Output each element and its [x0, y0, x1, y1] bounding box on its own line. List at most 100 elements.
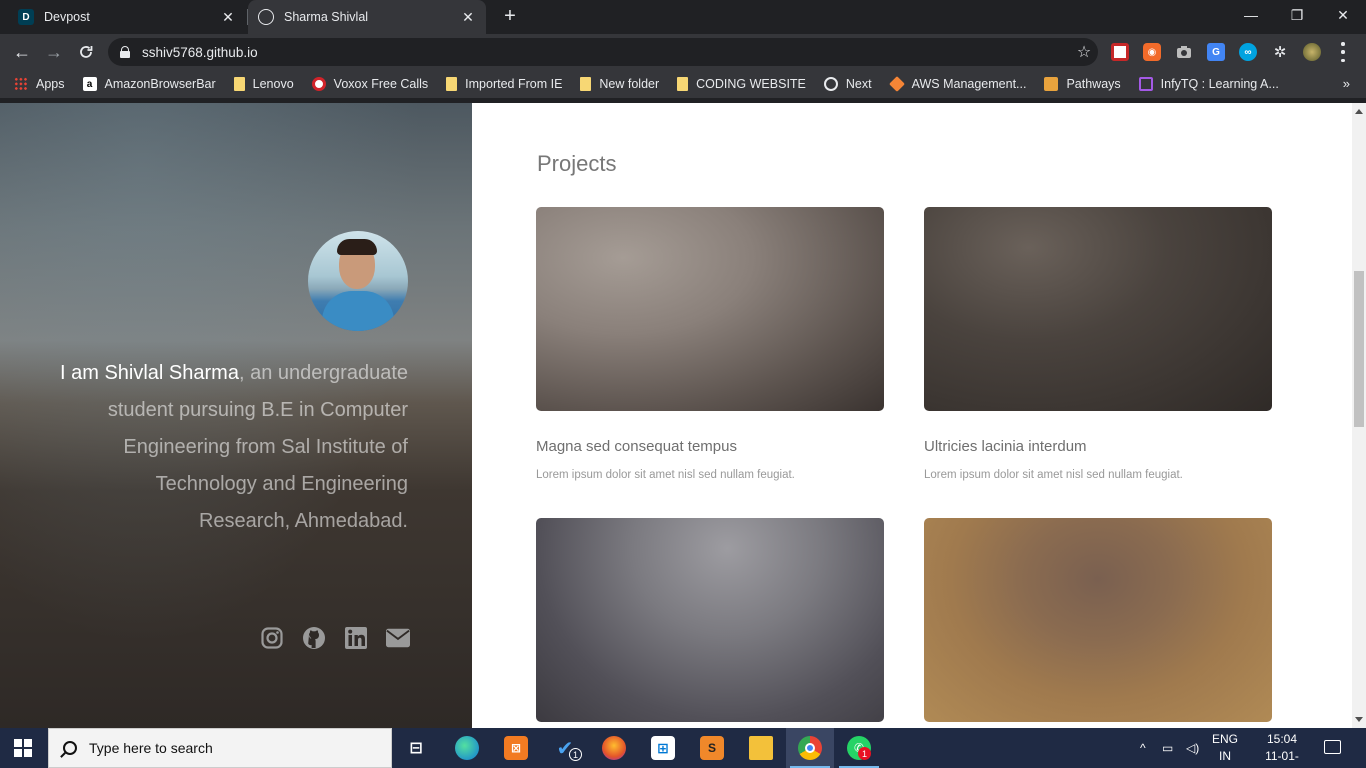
taskbar-search-input[interactable]: Type here to search	[48, 728, 392, 768]
folder-icon	[580, 77, 592, 91]
pocket-extension-icon[interactable]	[1111, 43, 1129, 61]
show-hidden-icons-chevron-up-icon[interactable]: ^	[1140, 728, 1146, 768]
browser-toolbar: ← → sshiv5768.github.io ☆ ◉ G ∞ ✲	[0, 34, 1366, 70]
url-text[interactable]: sshiv5768.github.io	[142, 45, 1070, 60]
orange-extension-icon[interactable]: ◉	[1143, 43, 1161, 61]
camera-extension-icon[interactable]	[1175, 43, 1193, 61]
profile-avatar-icon[interactable]	[1303, 43, 1321, 61]
avatar	[308, 231, 408, 331]
bookmark-imported-from-ie[interactable]: Imported From IE	[446, 77, 562, 91]
xampp-icon[interactable]: ⊠	[504, 736, 528, 760]
bookmark-lenovo[interactable]: Lenovo	[233, 77, 294, 91]
project-card[interactable]: Ultricies lacinia interdum Lorem ipsum d…	[924, 207, 1272, 481]
close-window-button[interactable]: ✕	[1320, 0, 1366, 30]
bookmark-star-icon[interactable]: ☆	[1070, 42, 1098, 62]
todo-badge: 1	[569, 748, 582, 761]
minimize-button[interactable]: —	[1228, 0, 1274, 30]
reload-icon	[80, 46, 93, 58]
profile-sidebar: I am Shivlal Sharma, an undergraduate st…	[0, 103, 472, 728]
folder-icon	[233, 77, 245, 91]
battery-icon[interactable]: ▭	[1162, 728, 1173, 768]
bookmark-coding-website[interactable]: CODING WEBSITE	[677, 77, 806, 91]
close-tab-icon[interactable]: ✕	[460, 9, 476, 25]
forward-button[interactable]: →	[42, 40, 66, 64]
tab-title: Devpost	[44, 10, 90, 24]
puzzle-extensions-icon[interactable]: ✲	[1271, 43, 1289, 61]
infytq-icon	[1138, 77, 1153, 91]
address-bar[interactable]: sshiv5768.github.io ☆	[108, 38, 1098, 66]
volume-icon[interactable]: ◁)	[1186, 728, 1199, 768]
devpost-d-icon: D	[18, 9, 34, 25]
whatsapp-badge: 1	[858, 747, 871, 760]
globe-icon	[823, 77, 838, 91]
bookmark-label: Next	[845, 77, 872, 91]
search-placeholder: Type here to search	[89, 740, 213, 756]
project-thumbnail[interactable]	[536, 518, 884, 722]
profile-description: , an undergraduate student pursuing B.E …	[107, 362, 408, 532]
edge-icon[interactable]	[455, 736, 479, 760]
bookmark-pathways[interactable]: Pathways	[1044, 77, 1121, 91]
tab-strip: D Devpost ✕ Sharma Shivlal ✕ + — ❐ ✕	[0, 0, 1366, 34]
project-title[interactable]: Ultricies lacinia interdum	[924, 438, 1087, 455]
bookmark-voxox[interactable]: Voxox Free Calls	[311, 77, 429, 91]
project-card[interactable]	[536, 518, 884, 722]
scrollbar-thumb[interactable]	[1354, 271, 1364, 427]
project-description: Lorem ipsum dolor sit amet nisl sed null…	[536, 469, 795, 481]
windows-start-icon[interactable]	[14, 739, 32, 757]
file-explorer-icon[interactable]	[749, 736, 773, 760]
bookmark-next[interactable]: Next	[823, 77, 872, 91]
bookmark-label: Voxox Free Calls	[333, 77, 429, 91]
opera-icon	[311, 77, 326, 91]
bookmark-amazonbrowserbar[interactable]: a AmazonBrowserBar	[82, 77, 216, 91]
tab-sharma-shivlal[interactable]: Sharma Shivlal ✕	[248, 0, 486, 34]
restore-button[interactable]: ❐	[1274, 0, 1320, 30]
web-page: I am Shivlal Sharma, an undergraduate st…	[0, 103, 1366, 728]
close-tab-icon[interactable]: ✕	[220, 9, 236, 25]
sublime-text-icon[interactable]: S	[700, 736, 724, 760]
tab-devpost[interactable]: D Devpost ✕	[8, 0, 246, 34]
bookmark-new-folder[interactable]: New folder	[580, 77, 659, 91]
folder-icon	[677, 77, 689, 91]
projects-heading: Projects	[537, 151, 617, 176]
apps-grid-icon	[14, 77, 28, 91]
firefox-icon[interactable]	[602, 736, 626, 760]
bookmark-infytq[interactable]: InfyTQ : Learning A...	[1138, 77, 1279, 91]
box-icon	[1044, 77, 1059, 91]
new-tab-button[interactable]: +	[498, 4, 522, 28]
project-card[interactable]	[924, 518, 1272, 722]
system-clock[interactable]: 15:04 11-01-2021	[1252, 731, 1312, 768]
chrome-icon[interactable]	[798, 736, 822, 760]
github-icon[interactable]	[302, 626, 326, 650]
infinity-extension-icon[interactable]: ∞	[1239, 43, 1257, 61]
project-thumbnail[interactable]	[924, 207, 1272, 411]
back-button[interactable]: ←	[10, 40, 34, 64]
lock-icon	[120, 46, 130, 58]
scroll-up-arrow-icon[interactable]	[1355, 109, 1363, 114]
task-view-icon[interactable]: ⊟	[404, 736, 428, 760]
bookmark-label: Apps	[36, 77, 65, 91]
project-thumbnail[interactable]	[536, 207, 884, 411]
linkedin-icon[interactable]	[344, 626, 368, 650]
language-indicator[interactable]: ENG IN	[1210, 731, 1240, 765]
microsoft-store-icon[interactable]: ⊞	[651, 736, 675, 760]
language-code: ENG	[1211, 732, 1238, 746]
project-card[interactable]: Magna sed consequat tempus Lorem ipsum d…	[536, 207, 884, 481]
bookmark-apps[interactable]: Apps	[14, 77, 65, 91]
bookmarks-overflow-icon[interactable]: »	[1343, 76, 1350, 91]
envelope-icon[interactable]	[386, 626, 410, 650]
reload-button[interactable]	[74, 40, 98, 64]
project-thumbnail[interactable]	[924, 518, 1272, 722]
bookmarks-bar: Apps a AmazonBrowserBar Lenovo Voxox Free…	[0, 70, 1366, 98]
bookmark-label: New folder	[599, 77, 660, 91]
project-title[interactable]: Magna sed consequat tempus	[536, 438, 737, 455]
notification-center-icon[interactable]	[1324, 740, 1341, 754]
bookmark-aws[interactable]: AWS Management...	[888, 76, 1026, 92]
instagram-icon[interactable]	[260, 626, 284, 650]
chrome-menu-icon[interactable]	[1340, 42, 1346, 62]
google-translate-extension-icon[interactable]: G	[1207, 43, 1225, 61]
social-links	[260, 625, 410, 651]
page-scrollbar[interactable]	[1352, 103, 1366, 728]
bookmark-label: AmazonBrowserBar	[104, 77, 216, 91]
bookmark-label: Imported From IE	[465, 77, 563, 91]
scroll-down-arrow-icon[interactable]	[1355, 717, 1363, 722]
